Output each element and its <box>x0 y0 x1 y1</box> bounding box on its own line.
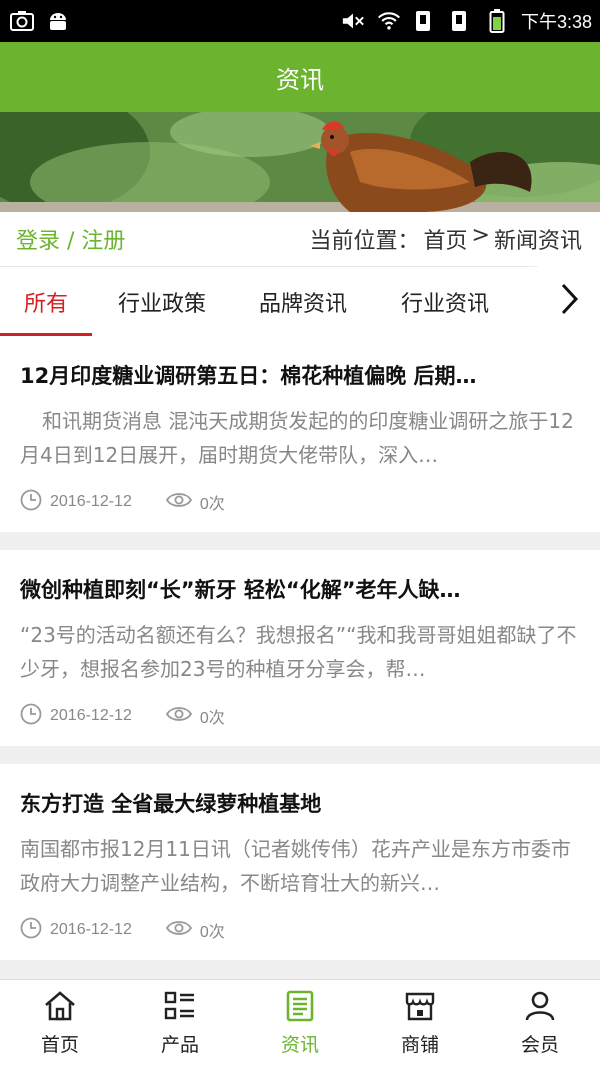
article-summary: 南国都市报12月11日讯（记者姚传伟）花卉产业是东方市委市政府大力调整产业结构，… <box>20 837 571 895</box>
clock-icon <box>20 917 42 944</box>
article-date: 2016-12-12 <box>50 707 132 724</box>
battery-icon <box>485 9 509 33</box>
article-meta: 2016-12-12 0次 <box>20 900 580 960</box>
article-views: 0次 <box>199 496 225 513</box>
tab-brand-news[interactable]: 品牌资讯 <box>232 267 374 337</box>
article-title: 12月印度糖业调研第五日：棉花种植偏晚 后期… <box>20 364 477 388</box>
tab-label: 所有 <box>23 291 68 317</box>
nav-home[interactable]: 首页 <box>0 980 120 1067</box>
user-icon <box>523 990 557 1026</box>
article-title: 微创种植即刻“长”新牙 轻松“化解”老年人缺… <box>20 578 461 602</box>
article-date: 2016-12-12 <box>50 921 132 938</box>
status-bar: 下午3:38 <box>0 0 600 42</box>
article-meta: 2016-12-12 0次 <box>20 686 580 746</box>
news-icon <box>283 990 317 1026</box>
category-tabs: 所有 行业政策 品牌资讯 行业资讯 <box>0 266 600 337</box>
android-icon <box>46 9 70 33</box>
article-title: 东方打造 全省最大绿萝种植基地 <box>20 792 322 816</box>
nav-label: 会员 <box>520 1034 559 1056</box>
grid-list-icon <box>163 990 197 1026</box>
article-summary: 和讯期货消息 混沌天成期货发起的的印度糖业调研之旅于12月4日到12日展开，届时… <box>20 409 574 467</box>
status-time: 下午3:38 <box>520 12 592 32</box>
tab-industry-news[interactable]: 行业资讯 <box>374 267 516 337</box>
wifi-icon <box>377 9 401 33</box>
breadcrumb-current: 新闻资讯 <box>493 229 582 254</box>
article-card[interactable]: 12月印度糖业调研第五日：棉花种植偏晚 后期… 和讯期货消息 混沌天成期货发起的… <box>0 336 600 532</box>
article-date: 2016-12-12 <box>50 493 132 510</box>
tab-industry-policy[interactable]: 行业政策 <box>92 267 232 337</box>
tab-label: 行业政策 <box>117 291 206 317</box>
screenshot-icon <box>10 9 34 33</box>
shop-icon <box>403 990 437 1026</box>
eye-icon <box>165 491 192 514</box>
nav-products[interactable]: 产品 <box>120 980 240 1067</box>
tab-all[interactable]: 所有 <box>0 267 92 337</box>
sim-signal-icon <box>413 9 437 33</box>
page-title: 资讯 <box>276 65 324 94</box>
nav-label: 产品 <box>160 1034 199 1056</box>
tab-label: 行业资讯 <box>400 291 489 317</box>
breadcrumb-separator: > <box>471 223 490 248</box>
breadcrumb-home-link[interactable]: 首页 <box>424 223 468 255</box>
article-views: 0次 <box>199 924 225 941</box>
mute-icon <box>341 9 365 33</box>
nav-label: 商铺 <box>400 1034 439 1056</box>
breadcrumb-label: 当前位置： <box>309 229 420 254</box>
nav-member[interactable]: 会员 <box>480 980 600 1067</box>
clock-icon <box>20 703 42 730</box>
sim-signal-icon-2 <box>449 9 473 33</box>
title-bar: 资讯 <box>0 42 600 112</box>
breadcrumb: 当前位置： 首页 > 新闻资讯 <box>310 223 582 255</box>
home-icon <box>43 990 77 1026</box>
article-views: 0次 <box>199 710 225 727</box>
banner-image[interactable] <box>0 112 600 212</box>
login-register-link[interactable]: 登录 / 注册 <box>16 223 125 255</box>
nav-shops[interactable]: 商铺 <box>360 980 480 1067</box>
tabs-scroll-right-button[interactable] <box>538 266 600 336</box>
eye-icon <box>165 705 192 728</box>
clock-icon <box>20 489 42 516</box>
tab-label: 品牌资讯 <box>258 291 347 317</box>
nav-label: 首页 <box>40 1034 79 1056</box>
article-list: 12月印度糖业调研第五日：棉花种植偏晚 后期… 和讯期货消息 混沌天成期货发起的… <box>0 336 600 978</box>
article-meta: 2016-12-12 0次 <box>20 472 580 532</box>
bottom-nav: 首页 产品 资讯 商铺 会员 <box>0 979 600 1067</box>
article-card[interactable]: 东方打造 全省最大绿萝种植基地 南国都市报12月11日讯（记者姚传伟）花卉产业是… <box>0 764 600 960</box>
nav-news[interactable]: 资讯 <box>240 980 360 1067</box>
eye-icon <box>165 919 192 942</box>
location-bar: 登录 / 注册 当前位置： 首页 > 新闻资讯 <box>0 212 600 266</box>
article-summary: “23号的活动名额还有么？我想报名”“我和我哥哥姐姐都缺了不少牙，想报名参加23… <box>20 623 577 681</box>
article-card[interactable]: 微创种植即刻“长”新牙 轻松“化解”老年人缺… “23号的活动名额还有么？我想报… <box>0 550 600 746</box>
nav-label: 资讯 <box>280 1034 319 1056</box>
chevron-right-icon <box>559 282 579 320</box>
